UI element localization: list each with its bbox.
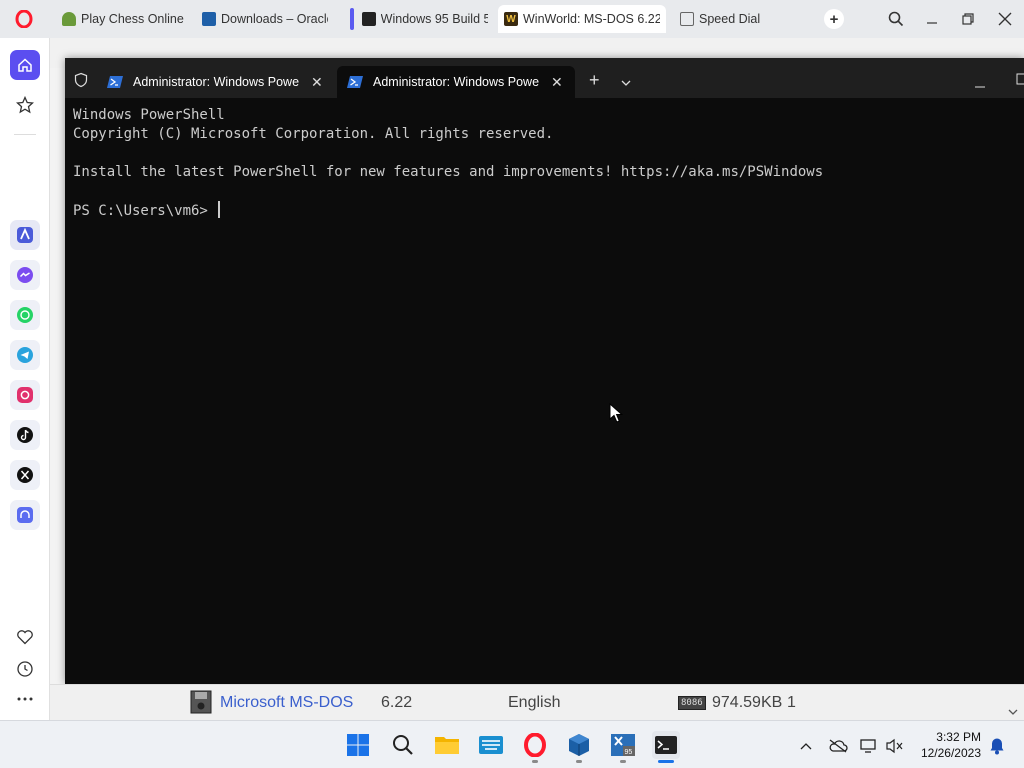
chess-pawn-icon — [62, 12, 76, 26]
minimize-icon[interactable] — [974, 76, 986, 94]
home-icon[interactable] — [10, 50, 40, 80]
clock-date: 12/26/2023 — [920, 746, 981, 760]
scroll-down-arrow-icon[interactable] — [1008, 703, 1018, 721]
system-clock[interactable]: 3:32 PM 12/26/2023 — [921, 729, 981, 761]
terminal-tab-label: Administrator: Windows Powei — [133, 75, 299, 89]
text-cursor — [218, 201, 221, 218]
terminal-tab[interactable]: Administrator: Windows Powei ✕ — [97, 66, 337, 98]
maximize-icon[interactable] — [1016, 72, 1024, 90]
close-icon[interactable] — [995, 9, 1015, 29]
cpu-chip-icon: 8086 — [678, 696, 706, 710]
notification-bell-icon[interactable] — [987, 736, 1007, 756]
windows-start-icon[interactable] — [344, 731, 372, 759]
terminal-line: Install the latest PowerShell for new fe… — [73, 164, 824, 180]
winworld-icon: W — [504, 12, 518, 26]
messenger-icon[interactable] — [10, 260, 40, 290]
more-dots-icon[interactable] — [10, 684, 40, 714]
x-icon[interactable] — [10, 460, 40, 490]
onedrive-offline-icon[interactable] — [828, 736, 848, 756]
browser-tab-strip: Play Chess Online for Downloads – Oracle… — [0, 0, 1024, 38]
clock-time: 3:32 PM — [936, 730, 981, 744]
version-label: 6.22 — [381, 694, 413, 711]
search-tabs-icon[interactable] — [886, 9, 906, 29]
language-label: English — [508, 694, 561, 711]
folder-icon[interactable] — [433, 731, 461, 759]
running-indicator — [620, 760, 626, 763]
terminal-line: Windows PowerShell — [73, 107, 225, 123]
tiktok-icon[interactable] — [10, 420, 40, 450]
prompt-line[interactable]: PS C:\Users\vm6> — [73, 201, 1024, 221]
prompt-text: PS C:\Users\vm6> — [73, 203, 217, 219]
taskbar: 95 3:32 PM 12/26/2023 — [0, 720, 1024, 768]
display-icon[interactable] — [859, 736, 879, 756]
terminal-line: Copyright (C) Microsoft Corporation. All… — [73, 126, 554, 142]
terminal-output[interactable]: Windows PowerShell Copyright (C) Microsof… — [73, 106, 1024, 684]
chevron-down-icon[interactable] — [621, 74, 631, 92]
opera-menu-icon[interactable] — [14, 9, 34, 29]
powershell-icon — [347, 76, 363, 88]
restore-icon[interactable] — [958, 9, 978, 29]
terminal-window: Administrator: Windows Powei ✕ Administr… — [65, 58, 1024, 684]
headphones-icon[interactable] — [10, 500, 40, 530]
star-icon[interactable] — [10, 90, 40, 120]
aria-icon[interactable] — [10, 220, 40, 250]
running-indicator — [532, 760, 538, 763]
terminal-tab-active[interactable]: Administrator: Windows Powe ✕ — [337, 66, 575, 98]
mouse-pointer-icon — [609, 402, 624, 428]
browser-tab[interactable]: Speed Dial — [674, 5, 794, 33]
close-icon[interactable]: ✕ — [311, 74, 323, 91]
opera-sidebar — [0, 38, 50, 720]
terminal-icon[interactable] — [652, 731, 680, 759]
grid-icon — [680, 12, 694, 26]
shield-icon — [73, 72, 89, 93]
product-link[interactable]: Microsoft MS-DOS — [220, 694, 353, 712]
whatsapp-icon[interactable] — [10, 300, 40, 330]
powershell-icon — [107, 76, 123, 88]
floppy-disk-icon — [190, 690, 212, 719]
telegram-icon[interactable] — [10, 340, 40, 370]
count-label: 1 — [787, 694, 796, 711]
close-icon[interactable]: ✕ — [551, 74, 563, 91]
volume-muted-icon[interactable] — [885, 736, 905, 756]
clock-icon[interactable] — [10, 654, 40, 684]
heart-icon[interactable] — [10, 622, 40, 652]
browser-tab[interactable]: Play Chess Online for — [56, 5, 192, 33]
opera-icon[interactable] — [521, 731, 549, 759]
running-indicator — [576, 760, 582, 763]
browser-tab-active[interactable]: W WinWorld: MS-DOS 6.22 — [498, 5, 666, 33]
terminal-titlebar: Administrator: Windows Powei ✕ Administr… — [65, 58, 1024, 98]
browser-tab[interactable]: Windows 95 Build 58 — [344, 5, 494, 33]
instagram-icon[interactable] — [10, 380, 40, 410]
size-label: 974.59KB — [712, 694, 783, 711]
active-indicator — [658, 760, 674, 763]
svg-text:95: 95 — [625, 749, 633, 756]
win95-vm-icon[interactable]: 95 — [609, 731, 637, 759]
download-info-bar: Microsoft MS-DOS 6.22 English 8086 974.5… — [50, 684, 1024, 720]
tab-group-indicator — [350, 8, 354, 30]
virtualbox-icon[interactable] — [565, 731, 593, 759]
minimize-icon[interactable] — [922, 9, 942, 29]
chevron-up-icon[interactable] — [796, 736, 816, 756]
browser-tab[interactable]: Downloads – Oracle V — [196, 5, 334, 33]
virtualbox-icon — [202, 12, 216, 26]
sidebar-divider — [14, 134, 36, 135]
terminal-tab-label: Administrator: Windows Powe — [373, 75, 539, 89]
search-icon[interactable] — [389, 731, 417, 759]
keyboard-icon[interactable] — [477, 731, 505, 759]
new-tab-plus-icon[interactable]: + — [589, 70, 600, 91]
new-tab-button[interactable]: + — [824, 9, 844, 29]
museum-icon — [361, 12, 376, 26]
